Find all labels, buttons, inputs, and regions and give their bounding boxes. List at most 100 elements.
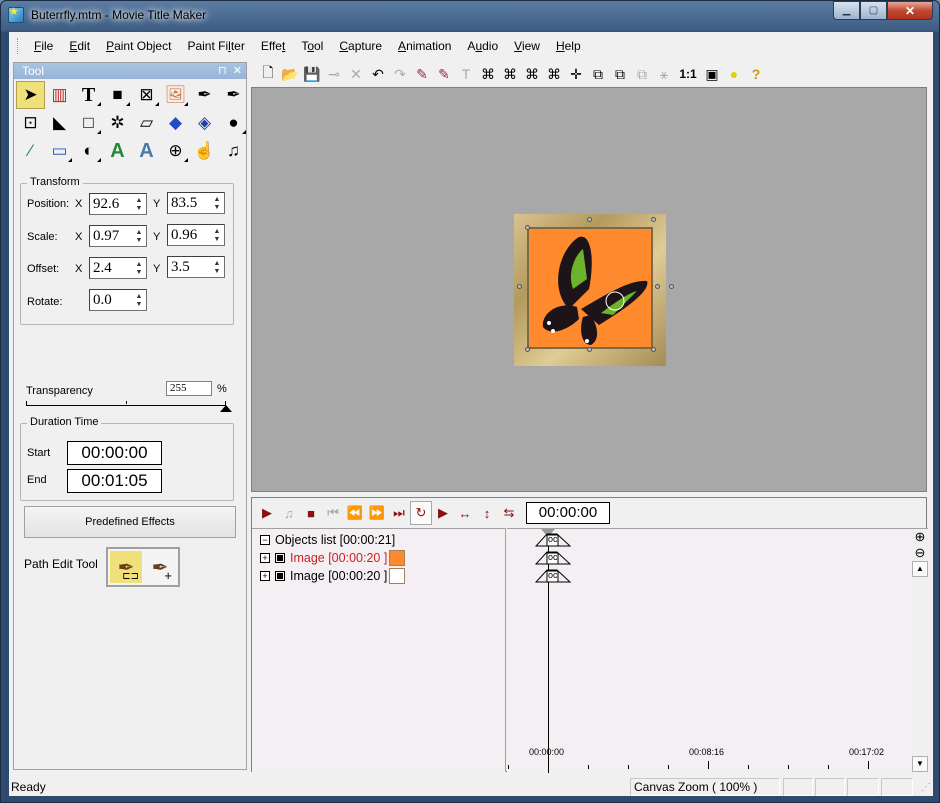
close-button[interactable]: ✕ (887, 1, 933, 20)
keyframe-marker[interactable]: oc (534, 569, 572, 583)
open-button[interactable]: 📂 (279, 63, 301, 85)
help-button[interactable]: ? (745, 63, 767, 85)
add-node-button[interactable]: ⊸ (323, 63, 345, 85)
align-2-button[interactable]: ⌘ (499, 63, 521, 85)
timeline-repeat-button[interactable]: ⇆ (498, 501, 520, 525)
scale-y-spinner[interactable]: 0.96 ▲ ▼ (167, 224, 225, 246)
tool-text[interactable]: T (74, 81, 103, 109)
redo-button[interactable]: ↷ (389, 63, 411, 85)
tool-crop-transform[interactable]: ⊠ (132, 81, 161, 109)
resize-handle[interactable] (587, 217, 592, 222)
pen-add-button[interactable]: ✎ (411, 63, 433, 85)
panel-close-icon[interactable]: ✕ (233, 65, 242, 77)
tool-paint-bucket[interactable]: ◆ (161, 109, 190, 137)
resize-handle[interactable] (651, 347, 656, 352)
tool-rectangle-filled[interactable]: ■ (103, 81, 132, 109)
tool-rectangle-outline[interactable]: □ (74, 109, 103, 137)
timeline-forward-button[interactable]: ⏩ (366, 501, 388, 525)
tool-fill-pattern[interactable]: ◈ (190, 109, 219, 137)
menu-edit[interactable]: Edit (61, 32, 98, 60)
menu-audio[interactable]: Audio (459, 32, 506, 60)
object-row[interactable]: + Image [00:00:20 ] (260, 567, 406, 585)
zoom-out-icon[interactable]: ⊖ (912, 545, 928, 561)
delete-button[interactable]: ✕ (345, 63, 367, 85)
tool-text-glow[interactable]: A (103, 137, 132, 165)
menu-help[interactable]: Help (548, 32, 589, 60)
tool-eyedropper[interactable]: ⁄ (16, 137, 45, 165)
timeline-first-button[interactable]: ⏮ (322, 501, 344, 525)
tool-text-sparkle[interactable]: A (132, 137, 161, 165)
tool-arrow-fill[interactable]: ◣ (45, 109, 74, 137)
offset-x-spinner[interactable]: 2.4 ▲ ▼ (89, 257, 147, 279)
object-row[interactable]: + Image [00:00:20 ] (260, 549, 406, 567)
tool-pen[interactable]: ✒ (219, 81, 248, 109)
tool-magic-wand[interactable]: ✲ (103, 109, 132, 137)
resize-handle[interactable] (587, 347, 592, 352)
path-edit-add-button[interactable]: ✒ + (144, 551, 176, 584)
end-time-field[interactable]: 00:01:05 (67, 469, 162, 493)
timeline-rewind-button[interactable]: ⏪ (344, 501, 366, 525)
offset-y-spinner[interactable]: 3.5 ▲ ▼ (167, 256, 225, 278)
timeline-audio-button[interactable]: ♫ (278, 501, 300, 525)
path-edit-remove-button[interactable]: ✒ ⊏⊐ (110, 551, 142, 583)
undo-button[interactable]: ↶ (367, 63, 389, 85)
rotate-handle[interactable] (669, 284, 674, 289)
pen-select-button[interactable]: ✎ (433, 63, 455, 85)
tool-music[interactable]: ♫ (219, 137, 248, 165)
keyframe-marker[interactable]: oc (534, 551, 572, 565)
align-4-button[interactable]: ⌘ (543, 63, 565, 85)
group-button[interactable]: ⧉ (631, 63, 653, 85)
wand-button[interactable]: ⚹ (653, 63, 675, 85)
menu-animation[interactable]: Animation (390, 32, 459, 60)
align-3-button[interactable]: ⌘ (521, 63, 543, 85)
collapse-icon[interactable]: − (260, 535, 270, 545)
tool-eraser[interactable]: ▱ (132, 109, 161, 137)
resize-handle[interactable] (655, 284, 660, 289)
tool-window-frame[interactable]: ▭ (45, 137, 74, 165)
tool-smudge[interactable]: ◐ (74, 137, 103, 165)
expand-icon[interactable]: + (260, 553, 270, 563)
send-back-button[interactable]: ⧉ (609, 63, 631, 85)
text-button[interactable]: T (455, 63, 477, 85)
pin-icon[interactable]: ⊓ (218, 65, 227, 77)
bring-front-button[interactable]: ⧉ (587, 63, 609, 85)
timeline-stretch-horizontal-button[interactable]: ↔ (454, 501, 476, 525)
resize-handle[interactable] (525, 347, 530, 352)
maximize-button[interactable]: ▢ (860, 1, 887, 20)
timeline-scrollbar[interactable]: ⊕ ⊖ ▲ ▼ (912, 528, 928, 772)
menu-paint-object[interactable]: Paint Object (98, 32, 179, 60)
playhead[interactable] (548, 529, 549, 773)
expand-icon[interactable]: + (260, 571, 270, 581)
tool-select-arrow[interactable]: ➤ (16, 81, 45, 109)
menu-tool[interactable]: Tool (293, 32, 331, 60)
visibility-icon[interactable] (275, 553, 285, 563)
resize-handle[interactable] (517, 284, 522, 289)
timeline-stretch-vertical-button[interactable]: ↕ (476, 501, 498, 525)
transparency-slider[interactable] (26, 401, 226, 406)
current-time-display[interactable]: 00:00:00 (526, 502, 610, 524)
predefined-effects-button[interactable]: Predefined Effects (24, 506, 236, 538)
position-y-spinner[interactable]: 83.5 ▲ ▼ (167, 192, 225, 214)
tool-pen-add[interactable]: ✒ (190, 81, 219, 109)
new-button[interactable]: 🗋 (257, 63, 279, 85)
canvas[interactable] (251, 87, 927, 492)
timeline-last-button[interactable]: ⏭ (388, 501, 410, 525)
resize-grip-icon[interactable]: ⋰ (921, 782, 931, 793)
menu-effet[interactable]: Effet (253, 32, 293, 60)
timeline-stop-button[interactable]: ■ (300, 501, 322, 525)
position-x-spinner[interactable]: 92.6 ▲ ▼ (89, 193, 147, 215)
save-button[interactable]: 💾 (301, 63, 323, 85)
zoom-in-icon[interactable]: ⊕ (912, 529, 928, 545)
framed-picture-object[interactable] (514, 214, 674, 366)
transparency-slider-thumb[interactable] (220, 405, 232, 412)
preview-button[interactable]: ▣ (701, 63, 723, 85)
visibility-icon[interactable] (275, 571, 285, 581)
tool-play-region[interactable]: ⊡ (16, 109, 45, 137)
scale-x-spinner[interactable]: 0.97 ▲ ▼ (89, 225, 147, 247)
rotate-spinner[interactable]: 0.0 ▲ ▼ (89, 289, 147, 311)
actual-size-button[interactable]: 1:1 (675, 63, 701, 85)
scroll-up-button[interactable]: ▲ (912, 561, 928, 577)
objects-list-root[interactable]: − Objects list [00:00:21] (260, 531, 395, 549)
align-1-button[interactable]: ⌘ (477, 63, 499, 85)
timeline-play-mark-button[interactable]: ▶ (432, 501, 454, 525)
